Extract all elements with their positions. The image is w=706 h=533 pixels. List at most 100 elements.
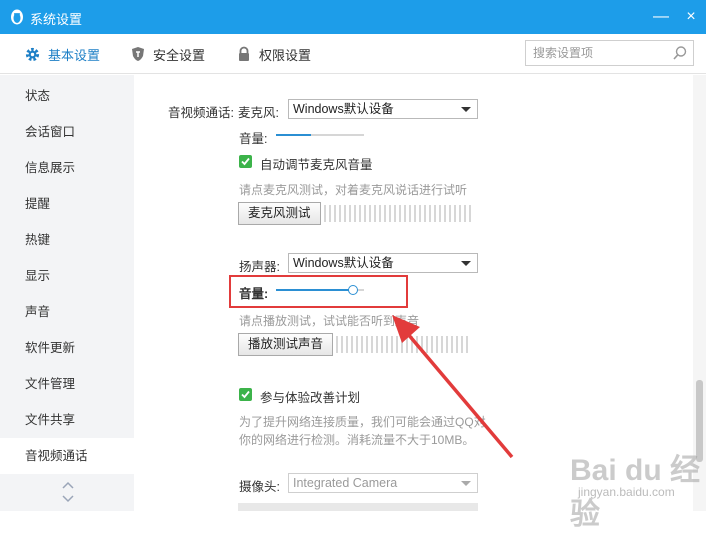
level-meter-bar <box>449 205 451 222</box>
level-meter-bar <box>334 205 336 222</box>
checkmark-icon <box>241 390 250 399</box>
mic-test-hint: 请点麦克风测试，对着麦克风说话进行试听 <box>239 183 468 197</box>
level-meter-bar <box>359 205 361 222</box>
sidebar-item-display[interactable]: 显示 <box>0 258 134 294</box>
sidebar-item-hotkeys[interactable]: 热键 <box>0 222 134 258</box>
level-meter-bar <box>369 205 371 222</box>
sidebar-item-status[interactable]: 状态 <box>0 78 134 114</box>
tab-label: 权限设置 <box>259 47 312 63</box>
watermark-sub: jingyan.baidu.com <box>578 485 675 499</box>
lock-icon <box>239 46 249 61</box>
level-meter-bar <box>349 205 351 222</box>
level-meter-bar <box>439 205 441 222</box>
sidebar-item-av-call[interactable]: 音视频通话 <box>0 438 134 474</box>
level-meter-bar <box>469 205 471 222</box>
penguin-logo-icon <box>11 9 23 25</box>
camera-device-value: Integrated Camera <box>293 476 398 490</box>
close-button[interactable]: × <box>680 6 702 28</box>
gear-icon <box>25 47 40 61</box>
level-meter-bar <box>366 336 368 353</box>
speaker-device-value: Windows默认设备 <box>293 256 394 270</box>
mic-volume-label: 音量: <box>239 132 268 146</box>
sidebar-item-reminder[interactable]: 提醒 <box>0 186 134 222</box>
tab-basic-settings[interactable]: 基本设置 <box>24 34 100 74</box>
level-meter-bar <box>371 336 373 353</box>
improve-plan-checkbox[interactable] <box>239 388 252 401</box>
annotation-arrow-icon <box>392 315 514 459</box>
mic-volume-slider[interactable] <box>276 134 364 136</box>
level-meter-bar <box>424 205 426 222</box>
level-meter-bar <box>444 205 446 222</box>
level-meter-bar <box>459 205 461 222</box>
level-meter-bar <box>344 205 346 222</box>
level-meter-bar <box>341 336 343 353</box>
search-box[interactable] <box>525 40 694 66</box>
level-meter-bar <box>361 336 363 353</box>
level-meter-bar <box>434 205 436 222</box>
level-meter-bar <box>394 205 396 222</box>
auto-adjust-checkbox[interactable] <box>239 155 252 168</box>
search-icon[interactable] <box>672 45 688 61</box>
sidebar: 状态 会话窗口 信息展示 提醒 热键 显示 声音 软件更新 文件管理 文件共享 … <box>0 75 134 511</box>
sidebar-item-chat-window[interactable]: 会话窗口 <box>0 114 134 150</box>
level-meter-bar <box>464 205 466 222</box>
sidebar-item-sound[interactable]: 声音 <box>0 294 134 330</box>
mic-volume-fill <box>276 134 312 136</box>
camera-device-select[interactable]: Integrated Camera <box>288 473 478 493</box>
tab-label: 基本设置 <box>48 47 101 63</box>
sidebar-item-info-display[interactable]: 信息展示 <box>0 150 134 186</box>
av-section-label: 音视频通话: <box>168 106 234 120</box>
auto-adjust-label: 自动调节麦克风音量 <box>260 158 373 172</box>
level-meter-bar <box>389 205 391 222</box>
level-meter-bar <box>379 205 381 222</box>
sidebar-item-file-sharing[interactable]: 文件共享 <box>0 402 134 438</box>
level-meter-bar <box>376 336 378 353</box>
highlight-box <box>229 275 408 308</box>
window-title: 系统设置 <box>30 12 83 27</box>
search-input[interactable] <box>526 41 666 65</box>
speaker-label: 扬声器: <box>239 260 280 274</box>
level-meter-bar <box>384 205 386 222</box>
level-meter-bar <box>429 205 431 222</box>
improve-plan-label: 参与体验改善计划 <box>260 391 361 405</box>
dropdown-caret-icon <box>461 261 471 266</box>
level-meter-bar <box>329 205 331 222</box>
level-meter-bar <box>419 205 421 222</box>
mic-level-meter <box>324 205 474 222</box>
shield-icon <box>132 47 144 61</box>
tab-security-settings[interactable]: 安全设置 <box>130 34 205 74</box>
level-meter-bar <box>356 336 358 353</box>
dropdown-caret-icon <box>461 107 471 112</box>
level-meter-bar <box>324 205 326 222</box>
sidebar-item-file-management[interactable]: 文件管理 <box>0 366 134 402</box>
camera-preview-area <box>238 503 478 511</box>
title-bar: 系统设置 — × <box>0 0 706 34</box>
level-meter-bar <box>374 205 376 222</box>
tab-label: 安全设置 <box>153 47 206 63</box>
mic-label: 麦克风: <box>238 106 279 120</box>
level-meter-bar <box>339 205 341 222</box>
chevron-up-icon[interactable] <box>62 480 74 490</box>
level-meter-bar <box>351 336 353 353</box>
level-meter-bar <box>409 205 411 222</box>
checkmark-icon <box>241 157 250 166</box>
level-meter-bar <box>404 205 406 222</box>
mic-device-select[interactable]: Windows默认设备 <box>288 99 478 119</box>
tab-permission-settings[interactable]: 权限设置 <box>236 34 311 74</box>
mic-test-button[interactable]: 麦克风测试 <box>238 202 321 225</box>
baidu-watermark: Bai du 经验 jingyan.baidu.com <box>530 445 706 531</box>
speaker-device-select[interactable]: Windows默认设备 <box>288 253 478 273</box>
level-meter-bar <box>336 336 338 353</box>
minimize-button[interactable]: — <box>650 6 672 28</box>
level-meter-bar <box>346 336 348 353</box>
speaker-test-button[interactable]: 播放测试声音 <box>238 333 334 356</box>
tab-bar: 基本设置 安全设置 权限设置 <box>0 34 706 74</box>
mic-device-value: Windows默认设备 <box>293 102 394 116</box>
dropdown-caret-icon <box>461 481 471 486</box>
level-meter-bar <box>354 205 356 222</box>
level-meter-bar <box>399 205 401 222</box>
sidebar-item-software-update[interactable]: 软件更新 <box>0 330 134 366</box>
level-meter-bar <box>364 205 366 222</box>
chevron-down-icon[interactable] <box>62 494 74 504</box>
level-meter-bar <box>454 205 456 222</box>
